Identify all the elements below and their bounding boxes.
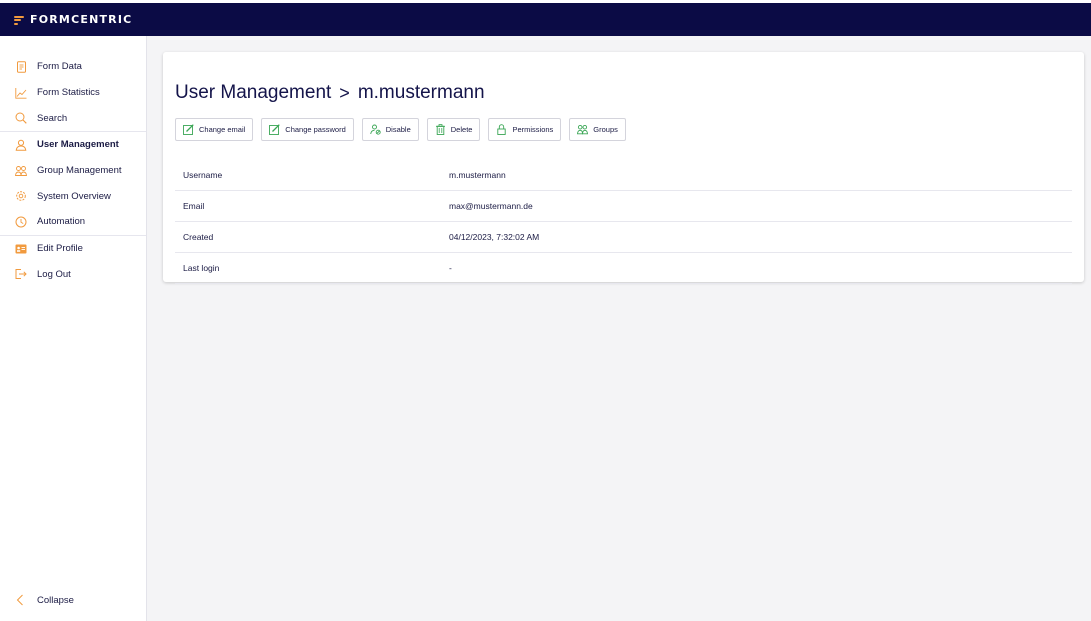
detail-value: - [449, 263, 452, 273]
edit-icon [269, 124, 281, 135]
sidebar-item-search[interactable]: Search [0, 105, 146, 131]
user-icon [15, 139, 27, 151]
user-details-table: Username m.mustermann Email max@musterma… [175, 160, 1072, 284]
sidebar-item-group-management[interactable]: Group Management [0, 158, 146, 184]
main-content: User Management > m.mustermann Change em… [147, 36, 1091, 621]
sidebar-item-label: System Overview [37, 190, 111, 202]
group-icon [577, 124, 589, 135]
permissions-button[interactable]: Permissions [488, 118, 562, 141]
sidebar-item-form-data[interactable]: Form Data [0, 54, 146, 80]
sidebar-item-label: Search [37, 112, 68, 124]
sidebar-item-label: Form Data [37, 61, 82, 73]
button-label: Change password [285, 125, 346, 134]
change-email-button[interactable]: Change email [175, 118, 254, 141]
chart-line-icon [15, 87, 27, 99]
user-detail-card: User Management > m.mustermann Change em… [163, 52, 1084, 284]
group-icon [15, 165, 27, 177]
table-row: Username m.mustermann [175, 160, 1072, 191]
detail-label: Username [183, 170, 223, 180]
breadcrumb-parent[interactable]: User Management [175, 82, 331, 104]
sidebar-item-label: Group Management [37, 165, 122, 177]
top-bar: FORMCENTRIC [0, 0, 1091, 36]
detail-value: max@mustermann.de [449, 201, 533, 211]
collapse-label: Collapse [37, 594, 74, 606]
user-disable-icon [370, 124, 381, 135]
app-logo[interactable]: FORMCENTRIC [14, 13, 132, 26]
sidebar-item-label: Form Statistics [37, 87, 100, 99]
detail-value: 04/12/2023, 7:32:02 AM [449, 232, 540, 242]
breadcrumb: User Management > m.mustermann [175, 82, 485, 104]
button-label: Permissions [512, 125, 554, 134]
detail-label: Email [183, 201, 205, 211]
trash-icon [435, 124, 446, 135]
detail-label: Created [183, 232, 214, 242]
detail-label: Last login [183, 263, 220, 273]
sidebar-item-label: Edit Profile [37, 243, 83, 255]
app-name: FORMCENTRIC [30, 13, 133, 26]
button-label: Groups [593, 125, 618, 134]
search-icon [15, 112, 27, 124]
button-label: Disable [385, 125, 411, 134]
lock-icon [496, 124, 507, 135]
breadcrumb-current: m.mustermann [357, 82, 485, 103]
collapse-sidebar-button[interactable]: Collapse [0, 589, 146, 611]
sidebar-item-user-management[interactable]: User Management [0, 132, 146, 158]
table-row: Email max@mustermann.de [175, 191, 1072, 222]
button-label: Delete [450, 125, 473, 134]
breadcrumb-separator: > [339, 82, 350, 103]
delete-button[interactable]: Delete [426, 118, 481, 141]
sidebar-item-label: Automation [37, 216, 86, 228]
id-card-icon [15, 243, 27, 255]
edit-icon [183, 124, 194, 135]
sidebar-item-form-statistics[interactable]: Form Statistics [0, 80, 146, 106]
logout-icon [15, 268, 27, 280]
sidebar-item-label: Log Out [37, 268, 71, 280]
sidebar: Form Data Form Statistics Search User Ma… [0, 36, 147, 621]
action-toolbar: Change email Change password Disable Del… [175, 118, 626, 141]
button-label: Change email [199, 125, 246, 134]
sidebar-item-system-overview[interactable]: System Overview [0, 183, 146, 209]
detail-value: m.mustermann [449, 170, 506, 180]
sidebar-item-automation[interactable]: Automation [0, 209, 146, 235]
sidebar-item-edit-profile[interactable]: Edit Profile [0, 236, 146, 262]
sidebar-item-label: User Management [37, 139, 119, 151]
document-icon [15, 61, 27, 73]
logo-icon [14, 15, 24, 25]
groups-button[interactable]: Groups [569, 118, 626, 141]
table-row: Created 04/12/2023, 7:32:02 AM [175, 222, 1072, 253]
table-row: Last login - [175, 253, 1072, 284]
gear-icon [15, 190, 27, 202]
change-password-button[interactable]: Change password [261, 118, 354, 141]
clock-icon [15, 216, 27, 228]
sidebar-nav: Form Data Form Statistics Search User Ma… [0, 36, 146, 287]
sidebar-item-log-out[interactable]: Log Out [0, 262, 146, 288]
disable-button[interactable]: Disable [361, 118, 419, 141]
chevron-left-icon [16, 594, 28, 606]
